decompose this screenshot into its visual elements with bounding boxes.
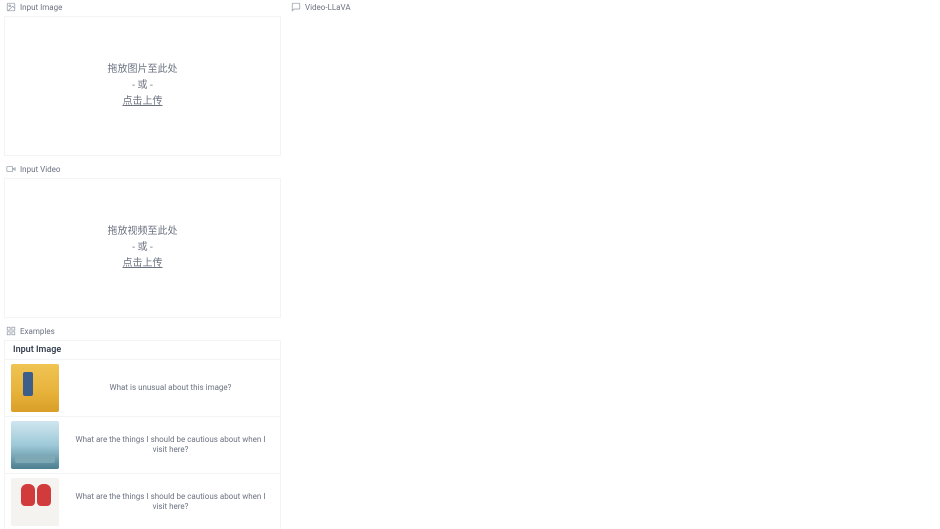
input-video-label: Input Video xyxy=(20,165,60,174)
example-thumb xyxy=(11,364,59,412)
image-drop-or: - 或 - xyxy=(132,79,153,93)
example-thumb xyxy=(11,421,59,469)
examples-panel: Examples Input Image What is unusual abo… xyxy=(0,324,285,529)
chatbot-title: Video-LLaVA xyxy=(305,3,351,12)
right-column: Video-LLaVA xyxy=(285,0,940,529)
examples-label: Examples xyxy=(20,327,55,336)
chat-icon xyxy=(291,2,301,12)
left-column: Input Image 拖放图片至此处 - 或 - 点击上传 Input Vid… xyxy=(0,0,285,529)
example-prompt: What are the things I should be cautious… xyxy=(67,435,274,456)
example-row[interactable]: What is unusual about this image? xyxy=(5,360,280,417)
video-dropzone[interactable]: 拖放视频至此处 - 或 - 点击上传 xyxy=(4,178,281,318)
input-image-label: Input Image xyxy=(20,3,62,12)
input-video-panel: Input Video 拖放视频至此处 - 或 - 点击上传 xyxy=(0,162,285,324)
video-drop-click: 点击上传 xyxy=(123,257,163,271)
example-row[interactable]: What are the things I should be cautious… xyxy=(5,417,280,474)
example-prompt: What is unusual about this image? xyxy=(67,383,274,393)
chatbot-header: Video-LLaVA xyxy=(285,0,940,14)
image-dropzone[interactable]: 拖放图片至此处 - 或 - 点击上传 xyxy=(4,16,281,156)
example-prompt: What are the things I should be cautious… xyxy=(67,492,274,513)
example-row[interactable]: What are the things I should be cautious… xyxy=(5,474,280,529)
examples-column-header: Input Image xyxy=(5,341,280,360)
input-video-header: Input Video xyxy=(0,162,285,176)
video-drop-or: - 或 - xyxy=(132,241,153,255)
examples-header: Examples xyxy=(0,324,285,338)
examples-table: Input Image What is unusual about this i… xyxy=(4,340,281,529)
video-icon xyxy=(6,164,16,174)
examples-icon xyxy=(6,326,16,336)
image-drop-click: 点击上传 xyxy=(123,95,163,109)
input-image-panel: Input Image 拖放图片至此处 - 或 - 点击上传 xyxy=(0,0,285,162)
image-icon xyxy=(6,2,16,12)
input-image-header: Input Image xyxy=(0,0,285,14)
video-drop-main: 拖放视频至此处 xyxy=(108,225,178,239)
image-drop-main: 拖放图片至此处 xyxy=(108,63,178,77)
example-thumb xyxy=(11,478,59,526)
app-root: Input Image 拖放图片至此处 - 或 - 点击上传 Input Vid… xyxy=(0,0,940,529)
